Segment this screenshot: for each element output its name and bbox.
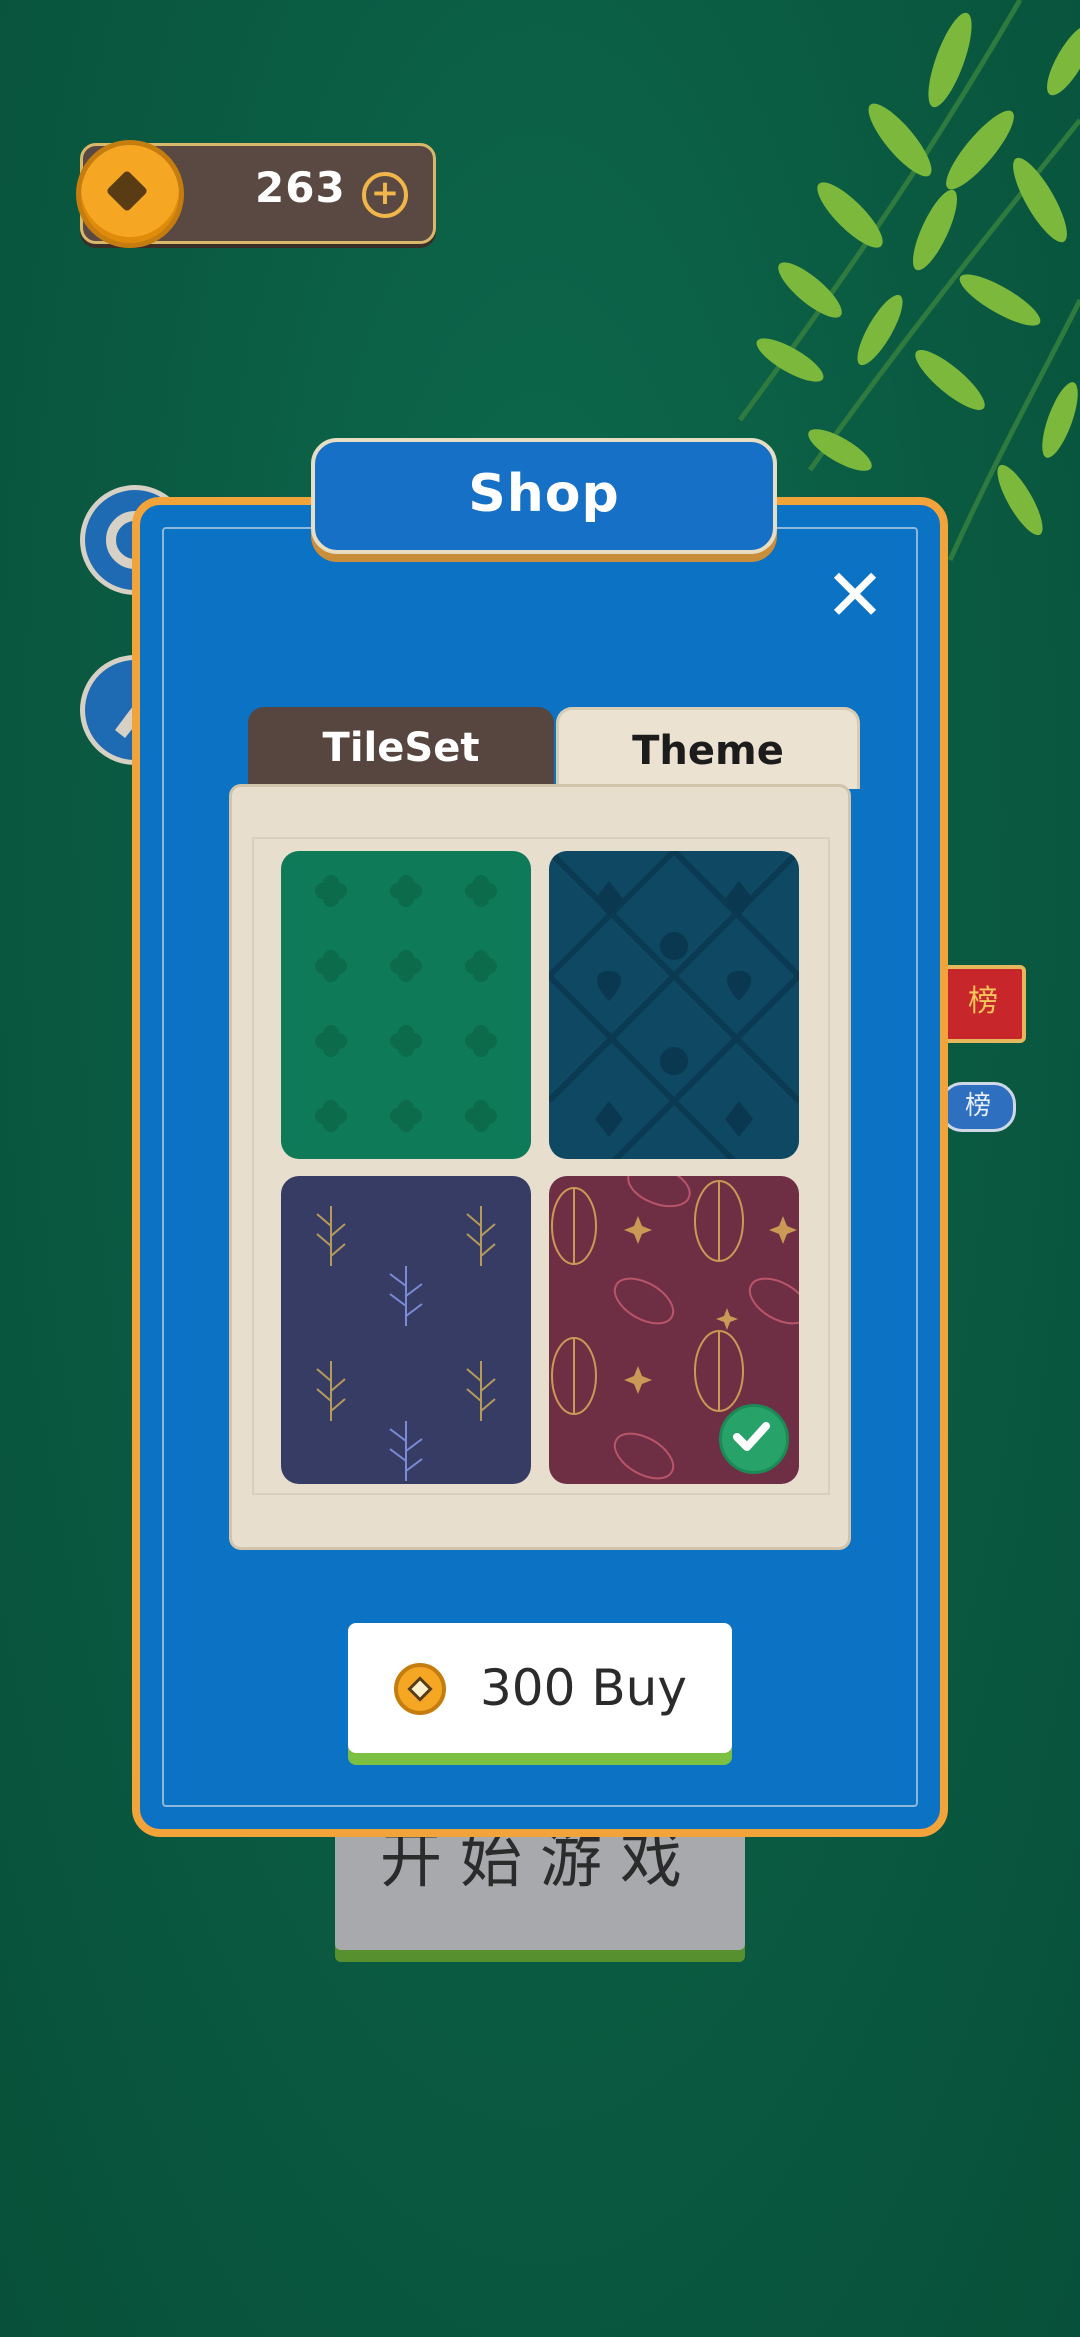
coin-count: 263: [255, 163, 346, 212]
leaderboard-label[interactable]: 榜: [940, 1082, 1016, 1132]
theme-card-green-clover[interactable]: [281, 851, 531, 1159]
close-icon[interactable]: ✕: [820, 559, 890, 631]
tab-tileset[interactable]: TileSet: [248, 707, 554, 789]
theme-card-teal-suits[interactable]: [549, 851, 799, 1159]
coin-icon: [394, 1663, 446, 1715]
buy-button-label: 300 Buy: [480, 1659, 687, 1717]
dialog-title: Shop: [311, 438, 777, 554]
coin-icon: [76, 140, 184, 248]
buy-button[interactable]: 300 Buy: [348, 1623, 732, 1753]
theme-card-navy-leaves[interactable]: [281, 1176, 531, 1484]
leaderboard-scroll-icon[interactable]: 榜: [940, 965, 1026, 1043]
add-coins-button[interactable]: +: [362, 172, 408, 218]
selected-check-icon: [719, 1404, 789, 1474]
tab-theme[interactable]: Theme: [556, 707, 860, 789]
